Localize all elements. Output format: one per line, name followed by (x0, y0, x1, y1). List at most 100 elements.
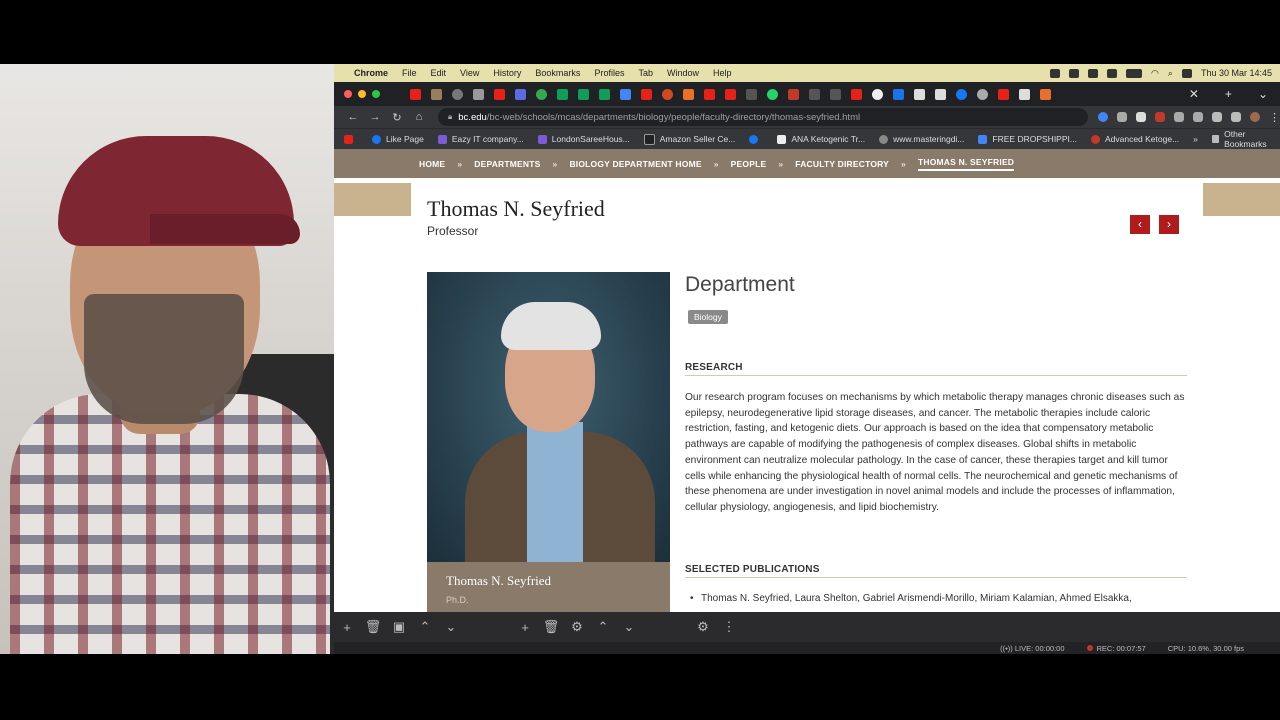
menu-profiles[interactable]: Profiles (594, 68, 624, 78)
tab-favicon[interactable] (452, 88, 463, 100)
tray-app-icon[interactable] (1088, 68, 1099, 78)
tray-play-icon[interactable] (1107, 68, 1118, 78)
tab-favicon[interactable] (473, 88, 484, 100)
tab-favicon[interactable] (1019, 88, 1030, 100)
tab-favicon[interactable] (431, 88, 442, 100)
menu-bookmarks[interactable]: Bookmarks (535, 68, 580, 78)
tab-favicon[interactable] (977, 88, 988, 100)
tab-favicon[interactable] (830, 88, 841, 100)
tab-favicon[interactable] (410, 88, 421, 100)
tab-favicon[interactable] (872, 88, 883, 100)
puzzle-icon[interactable] (1212, 112, 1222, 122)
tab-favicon[interactable] (620, 88, 631, 100)
sidebar-icon[interactable] (1231, 112, 1241, 122)
tab-favicon[interactable] (683, 88, 694, 100)
close-tab-icon[interactable]: ✕ (1189, 87, 1199, 101)
bookmark-item[interactable]: Eazy IT company... (437, 134, 524, 144)
wifi-icon[interactable]: ◠ (1151, 68, 1159, 79)
back-icon[interactable]: ← (342, 111, 364, 123)
bookmark-item[interactable] (749, 134, 763, 144)
remove-scene-icon[interactable]: 🗑︎ (538, 619, 564, 635)
move-down-icon[interactable]: ⌄ (438, 619, 464, 635)
battery-icon[interactable] (1126, 68, 1143, 78)
bookmarks-more-icon[interactable]: » (1193, 134, 1198, 144)
menu-app-name[interactable]: Chrome (354, 68, 388, 78)
tab-favicon[interactable] (494, 88, 505, 100)
bookmark-youtube-icon[interactable] (344, 134, 358, 144)
minimize-window-icon[interactable] (358, 90, 366, 98)
bookmark-item[interactable]: Advanced Ketoge... (1090, 134, 1179, 144)
add-source-icon[interactable]: + (334, 620, 360, 635)
menu-history[interactable]: History (493, 68, 521, 78)
filter-icon[interactable]: ▣ (386, 619, 412, 635)
tab-favicon[interactable] (557, 88, 568, 100)
tab-favicon[interactable] (809, 88, 820, 100)
breadcrumb-home[interactable]: HOME (419, 159, 445, 169)
home-icon[interactable]: ⌂ (408, 111, 430, 123)
menu-file[interactable]: File (402, 68, 417, 78)
bookmark-item[interactable]: Like Page (372, 134, 424, 144)
bookmark-item[interactable]: ANA Ketogenic Tr... (777, 134, 865, 144)
google-icon[interactable] (1098, 112, 1108, 122)
more-options-icon[interactable]: ⋮ (716, 619, 742, 635)
tab-favicon[interactable] (788, 88, 799, 100)
control-center-icon[interactable] (1181, 68, 1192, 78)
bookmark-item[interactable]: Amazon Seller Ce... (643, 133, 735, 145)
settings-gear-icon[interactable]: ⚙︎ (564, 619, 590, 635)
address-bar[interactable]: 🔒︎ bc.edu/bc-web/schools/mcas/department… (438, 108, 1088, 126)
tab-favicon[interactable] (893, 88, 904, 100)
tab-favicon[interactable] (851, 88, 862, 100)
remove-source-icon[interactable]: 🗑︎ (360, 619, 386, 635)
breadcrumb-biology-home[interactable]: BIOLOGY DEPARTMENT HOME (569, 159, 701, 169)
tab-favicon[interactable] (662, 88, 673, 100)
bookmark-item[interactable]: www.masteringdi... (879, 134, 964, 144)
tab-favicon[interactable] (578, 88, 589, 100)
breadcrumb-faculty-directory[interactable]: FACULTY DIRECTORY (795, 159, 889, 169)
tab-favicon[interactable] (725, 88, 736, 100)
tab-favicon[interactable] (998, 88, 1009, 100)
tab-favicon[interactable] (599, 88, 610, 100)
tray-app-icon[interactable] (1050, 68, 1061, 78)
share-icon[interactable] (1117, 112, 1127, 122)
department-badge[interactable]: Biology (688, 310, 728, 324)
menu-edit[interactable]: Edit (431, 68, 447, 78)
bookmark-star-icon[interactable] (1136, 112, 1146, 122)
other-bookmarks[interactable]: Other Bookmarks (1211, 129, 1272, 149)
maximize-window-icon[interactable] (372, 90, 380, 98)
tab-favicon[interactable] (704, 88, 715, 100)
tab-search-chevron-icon[interactable]: ⌄ (1258, 87, 1268, 101)
scene-up-icon[interactable]: ⌃ (590, 619, 616, 635)
tray-app-icon[interactable] (1069, 68, 1080, 78)
tab-favicon[interactable] (515, 88, 526, 100)
breadcrumb-departments[interactable]: DEPARTMENTS (474, 159, 540, 169)
lock-icon[interactable]: 🔒︎ (448, 112, 452, 122)
search-icon[interactable]: ⌕ (1168, 68, 1173, 79)
tab-favicon[interactable] (956, 88, 967, 100)
tab-favicon[interactable] (536, 88, 547, 100)
extension-icon[interactable] (1174, 112, 1184, 122)
menu-tab[interactable]: Tab (638, 68, 653, 78)
tab-favicon[interactable] (767, 88, 778, 100)
close-window-icon[interactable] (344, 90, 352, 98)
previous-profile-button[interactable]: ‹ (1130, 215, 1150, 234)
bookmark-item[interactable]: LondonSareeHous... (537, 134, 630, 144)
forward-icon[interactable]: → (364, 111, 386, 123)
reload-icon[interactable]: ↻ (386, 111, 408, 124)
tab-favicon[interactable] (914, 88, 925, 100)
menu-window[interactable]: Window (667, 68, 699, 78)
move-up-icon[interactable]: ⌃ (412, 619, 438, 635)
add-scene-icon[interactable]: + (512, 620, 538, 635)
scene-down-icon[interactable]: ⌄ (616, 619, 642, 635)
breadcrumb-people[interactable]: PEOPLE (731, 159, 767, 169)
tab-favicon[interactable] (641, 88, 652, 100)
menu-kebab-icon[interactable]: ⋮ (1269, 111, 1280, 124)
bookmark-item[interactable]: FREE DROPSHIPPI... (978, 134, 1077, 144)
extension-icon[interactable] (1155, 112, 1165, 122)
tab-favicon[interactable] (746, 88, 757, 100)
active-tab-favicon[interactable] (1040, 88, 1051, 100)
menu-view[interactable]: View (460, 68, 479, 78)
profile-avatar-icon[interactable] (1250, 112, 1260, 122)
new-tab-icon[interactable]: + (1225, 87, 1232, 101)
menu-help[interactable]: Help (713, 68, 732, 78)
audio-settings-icon[interactable]: ⚙︎ (690, 619, 716, 635)
